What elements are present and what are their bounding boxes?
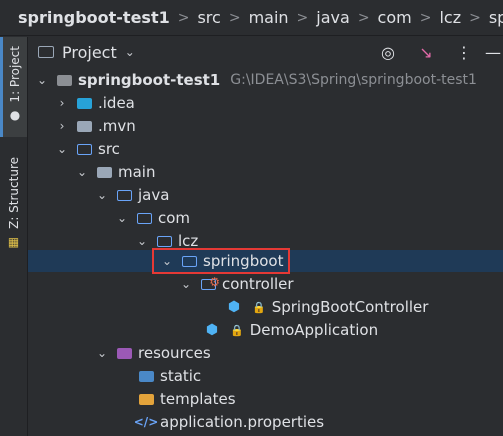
package-folder-icon	[181, 254, 197, 268]
config-package-icon: ⚙	[200, 275, 220, 291]
tree-item-label: main	[118, 163, 156, 181]
chevron-right-icon: >	[296, 9, 309, 26]
project-tree: ⌄ springboot-test1 G:\IDEA\S3\Spring\spr…	[28, 67, 503, 436]
project-pane-header: Project ⌄ ◎ ↘ ⋮ —	[28, 37, 503, 67]
breadcrumb: springboot-test1 > src > main > java > c…	[0, 0, 503, 36]
tree-item-controller[interactable]: ⌄ ⚙ controller	[28, 273, 503, 295]
chevron-down-icon[interactable]: ⌄	[114, 211, 130, 225]
tree-item-resources[interactable]: ⌄ resources	[28, 342, 503, 364]
tree-item-label: static	[160, 367, 202, 385]
chevron-right-icon: >	[419, 9, 432, 26]
breadcrumb-item-project[interactable]: springboot-test1	[18, 8, 170, 27]
tree-item-label: DemoApplication	[249, 321, 379, 339]
tree-item-java[interactable]: ⌄ java	[28, 184, 503, 206]
chevron-down-icon[interactable]: ⌄	[178, 277, 194, 291]
breadcrumb-item-com[interactable]: com	[378, 8, 412, 27]
tab-project[interactable]: 1: Project ●	[0, 37, 27, 137]
class-icon: ⬢	[227, 299, 241, 315]
chevron-right-icon: >	[469, 9, 481, 26]
package-folder-icon	[156, 234, 172, 248]
tree-item-main[interactable]: ⌄ main	[28, 161, 503, 183]
tree-item-lcz[interactable]: ⌄ lcz	[28, 230, 503, 252]
chevron-down-icon[interactable]: ⌄	[94, 188, 110, 202]
locate-icon[interactable]: ◎	[369, 43, 407, 62]
chevron-right-icon[interactable]: ›	[54, 96, 70, 110]
chevron-down-icon[interactable]: ⌄	[159, 254, 175, 268]
tree-item-demoapplication[interactable]: ⬢ 🔒 DemoApplication	[28, 319, 503, 341]
breadcrumb-item-springboot[interactable]: springboot	[489, 8, 503, 27]
package-folder-icon	[136, 211, 152, 225]
tree-item-springbootcontroller[interactable]: ⬢ 🔒 SpringBootController	[28, 296, 503, 318]
tree-item-label: .idea	[98, 94, 135, 112]
tree-item-mvn[interactable]: › .mvn	[28, 115, 503, 137]
chevron-down-icon[interactable]: ⌄	[94, 346, 110, 360]
resources-folder-icon	[116, 346, 132, 360]
application-class-icon: ⬢	[205, 322, 219, 338]
tree-item-springboot[interactable]: ⌄ springboot	[28, 248, 503, 274]
tree-item-static[interactable]: static	[28, 365, 503, 387]
tree-item-templates[interactable]: templates	[28, 388, 503, 410]
chevron-down-icon[interactable]: ⌄	[54, 142, 70, 156]
breadcrumb-item-main[interactable]: main	[249, 8, 289, 27]
tree-item-label: controller	[222, 275, 294, 293]
pane-title[interactable]: Project	[62, 43, 117, 62]
highlight-box: ⌄ springboot	[151, 248, 291, 274]
more-options-icon[interactable]: ⋮	[445, 43, 483, 62]
tree-item-label: templates	[160, 390, 236, 408]
templates-folder-icon	[138, 392, 154, 406]
chevron-down-icon[interactable]: ⌄	[125, 45, 135, 59]
tab-structure-label: Z: Structure	[6, 157, 21, 229]
chevron-down-icon[interactable]: ⌄	[34, 73, 50, 87]
chevron-right-icon: >	[228, 9, 241, 26]
tree-item-application-properties[interactable]: </> application.properties	[28, 411, 503, 433]
hide-icon[interactable]: —	[483, 43, 503, 62]
source-root-folder-icon	[116, 188, 132, 202]
idea-folder-icon	[76, 96, 92, 110]
chevron-down-icon[interactable]: ⌄	[134, 234, 150, 248]
tool-window-stripe: 1: Project ● Z: Structure ▦	[0, 37, 28, 436]
chevron-down-icon[interactable]: ⌄	[74, 165, 90, 179]
properties-file-icon: </>	[133, 415, 159, 429]
lock-icon: 🔒	[252, 300, 266, 314]
tab-structure[interactable]: Z: Structure ▦	[0, 147, 27, 297]
commit-icon[interactable]: ●	[10, 108, 20, 122]
tab-project-label: 1: Project	[8, 45, 22, 103]
tree-item-label: lcz	[178, 232, 199, 250]
tree-item-label: SpringBootController	[271, 298, 429, 316]
breadcrumb-item-src[interactable]: src	[197, 8, 220, 27]
web-folder-icon	[138, 369, 154, 383]
folder-icon	[76, 119, 92, 133]
chevron-right-icon[interactable]: ›	[54, 119, 70, 133]
tree-item-path: G:\IDEA\S3\Spring\springboot-test1	[230, 72, 477, 88]
folder-icon	[96, 165, 112, 179]
tree-item-idea[interactable]: › .idea	[28, 92, 503, 114]
tree-item-label: java	[138, 186, 170, 204]
source-folder-icon	[76, 142, 92, 156]
tree-item-project-root[interactable]: ⌄ springboot-test1 G:\IDEA\S3\Spring\spr…	[28, 69, 503, 91]
tree-item-label: resources	[138, 344, 211, 362]
tree-item-label: application.properties	[160, 413, 325, 431]
tree-item-com[interactable]: ⌄ com	[28, 207, 503, 229]
structure-icon: ▦	[7, 234, 20, 249]
collapse-all-icon[interactable]: ↘	[407, 43, 445, 62]
module-folder-icon	[56, 73, 72, 87]
tree-item-label: springboot	[203, 252, 284, 270]
tree-item-label: src	[98, 140, 120, 158]
tree-item-src[interactable]: ⌄ src	[28, 138, 503, 160]
folder-icon	[38, 46, 54, 58]
breadcrumb-item-lcz[interactable]: lcz	[439, 8, 461, 27]
chevron-right-icon: >	[357, 9, 370, 26]
breadcrumb-item-java[interactable]: java	[316, 8, 350, 27]
tree-item-label: springboot-test1	[78, 71, 221, 89]
lock-icon: 🔒	[230, 323, 244, 337]
tree-item-label: com	[158, 209, 191, 227]
tree-item-label: .mvn	[98, 117, 136, 135]
chevron-right-icon: >	[177, 9, 190, 26]
